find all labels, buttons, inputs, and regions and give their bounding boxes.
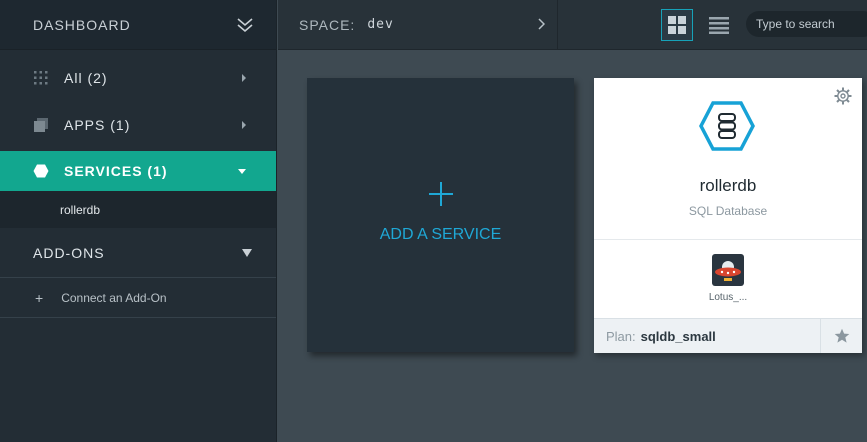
dashboard-header[interactable]: DASHBOARD (0, 0, 276, 50)
chevron-right-icon (242, 73, 246, 82)
service-name: rollerdb (699, 176, 757, 195)
grid-view-button[interactable] (661, 9, 693, 41)
double-chevron-down-icon[interactable] (236, 17, 254, 33)
space-label: SPACE: (299, 16, 356, 33)
addons-label: ADD-ONS (33, 244, 105, 261)
space-selector[interactable]: SPACE: dev (278, 0, 558, 50)
chevron-right-icon (538, 17, 545, 30)
hexagon-icon (33, 163, 49, 179)
grid-view-icon (668, 16, 686, 34)
gear-icon[interactable] (834, 87, 852, 105)
add-service-card[interactable]: ADD A SERVICE (307, 78, 574, 352)
favorite-button[interactable] (820, 318, 862, 353)
addons-section-header[interactable]: ADD-ONS (0, 228, 276, 278)
divider (594, 239, 862, 240)
space-value: dev (367, 17, 394, 32)
database-hexagon-icon (699, 101, 755, 151)
search-input[interactable] (756, 17, 866, 31)
caret-down-icon (238, 168, 246, 174)
service-type: SQL Database (688, 204, 768, 218)
ufo-app-icon[interactable] (712, 254, 744, 286)
sidebar-item-label: SERVICES (1) (64, 163, 168, 179)
plan-label: Plan: (606, 328, 636, 344)
connect-addon-link[interactable]: + Connect an Add-On (0, 278, 276, 318)
sidebar-item-services[interactable]: SERVICES (1) (0, 151, 276, 191)
search-box[interactable] (746, 11, 867, 37)
dashboard-title: DASHBOARD (33, 16, 131, 33)
stack-icon (33, 117, 49, 133)
plus-icon: + (35, 289, 44, 306)
sidebar-subitem-rollerdb[interactable]: rollerdb (0, 191, 276, 228)
chevron-right-icon (242, 120, 246, 129)
sidebar-item-apps[interactable]: APPS (1) (0, 101, 276, 148)
plan-value: sqldb_small (640, 328, 716, 344)
connect-addon-label: Connect an Add-On (61, 290, 167, 305)
list-view-icon (709, 17, 729, 34)
plan-info: Plan: sqldb_small (594, 318, 820, 353)
top-bar: SPACE: dev (278, 0, 867, 50)
add-service-label: ADD A SERVICE (379, 226, 502, 243)
sidebar-item-label: All (2) (64, 69, 108, 86)
bound-app-label: Lotus_... (708, 292, 748, 303)
grid-dots-icon (33, 70, 49, 86)
sidebar-item-label: APPS (1) (64, 116, 131, 133)
sidebar-item-all[interactable]: All (2) (0, 54, 276, 101)
caret-down-icon (242, 248, 252, 257)
service-card[interactable]: rollerdb SQL Database Lotus_... Plan: sq… (594, 78, 862, 353)
star-icon (834, 328, 849, 343)
sidebar: DASHBOARD All (2) APPS (1) SERVICES (1) … (0, 0, 277, 442)
plus-icon (428, 182, 453, 206)
list-view-button[interactable] (706, 12, 732, 38)
